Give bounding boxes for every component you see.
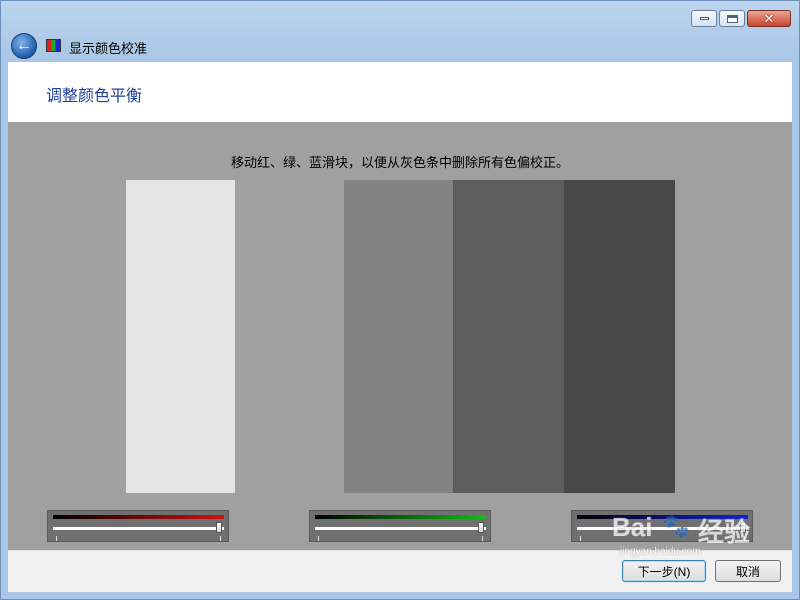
red-slider[interactable] bbox=[47, 510, 229, 542]
caption-buttons: ✕ bbox=[691, 10, 791, 27]
monitor-color-icon bbox=[46, 39, 61, 52]
watermark-suffix: 经验 bbox=[698, 517, 751, 547]
minimize-button[interactable] bbox=[691, 10, 717, 27]
red-slider-tick-max bbox=[220, 536, 221, 541]
content-area: 调整颜色平衡 移动红、绿、蓝滑块，以便从灰色条中删除所有色偏校正。 bbox=[8, 62, 792, 550]
green-slider-tick-min bbox=[318, 536, 319, 541]
paw-icon: 🐾 bbox=[662, 514, 690, 539]
navigation-bar: ← 显示颜色校准 bbox=[1, 31, 799, 61]
gray-bar-3 bbox=[344, 180, 453, 493]
gray-bar-2 bbox=[235, 180, 344, 493]
page-header: 调整颜色平衡 bbox=[8, 62, 792, 122]
watermark-url: jingyan.baidu.com bbox=[620, 546, 701, 557]
gray-bar-1 bbox=[126, 180, 235, 493]
maximize-button[interactable] bbox=[719, 10, 745, 27]
watermark-brand: Bai bbox=[612, 512, 653, 542]
close-button[interactable]: ✕ bbox=[747, 10, 791, 27]
red-slider-thumb[interactable] bbox=[216, 522, 222, 533]
back-arrow-icon: ← bbox=[16, 37, 32, 54]
instruction-text: 移动红、绿、蓝滑块，以便从灰色条中删除所有色偏校正。 bbox=[230, 155, 569, 170]
title-bar: ✕ bbox=[1, 1, 799, 31]
green-gradient bbox=[315, 515, 486, 519]
gray-bar-4 bbox=[453, 180, 564, 493]
window-title: 显示颜色校准 bbox=[69, 41, 148, 56]
page-title: 调整颜色平衡 bbox=[46, 88, 143, 105]
red-slider-track[interactable] bbox=[53, 527, 224, 530]
red-slider-tick-min bbox=[56, 536, 57, 541]
back-button[interactable]: ← bbox=[11, 33, 37, 59]
maximize-icon bbox=[726, 14, 738, 23]
baidu-watermark: Bai 🐾 经验 jingyan.baidu.com bbox=[590, 508, 790, 568]
gray-bar-5 bbox=[564, 180, 675, 493]
blue-slider-tick-min bbox=[580, 536, 581, 541]
green-slider-track[interactable] bbox=[315, 527, 486, 530]
close-icon: ✕ bbox=[763, 11, 775, 26]
green-slider-tick-max bbox=[482, 536, 483, 541]
minimize-icon bbox=[699, 17, 709, 20]
green-slider[interactable] bbox=[309, 510, 491, 542]
red-gradient bbox=[53, 515, 224, 519]
green-slider-thumb[interactable] bbox=[478, 522, 484, 533]
gray-bars bbox=[126, 180, 675, 493]
